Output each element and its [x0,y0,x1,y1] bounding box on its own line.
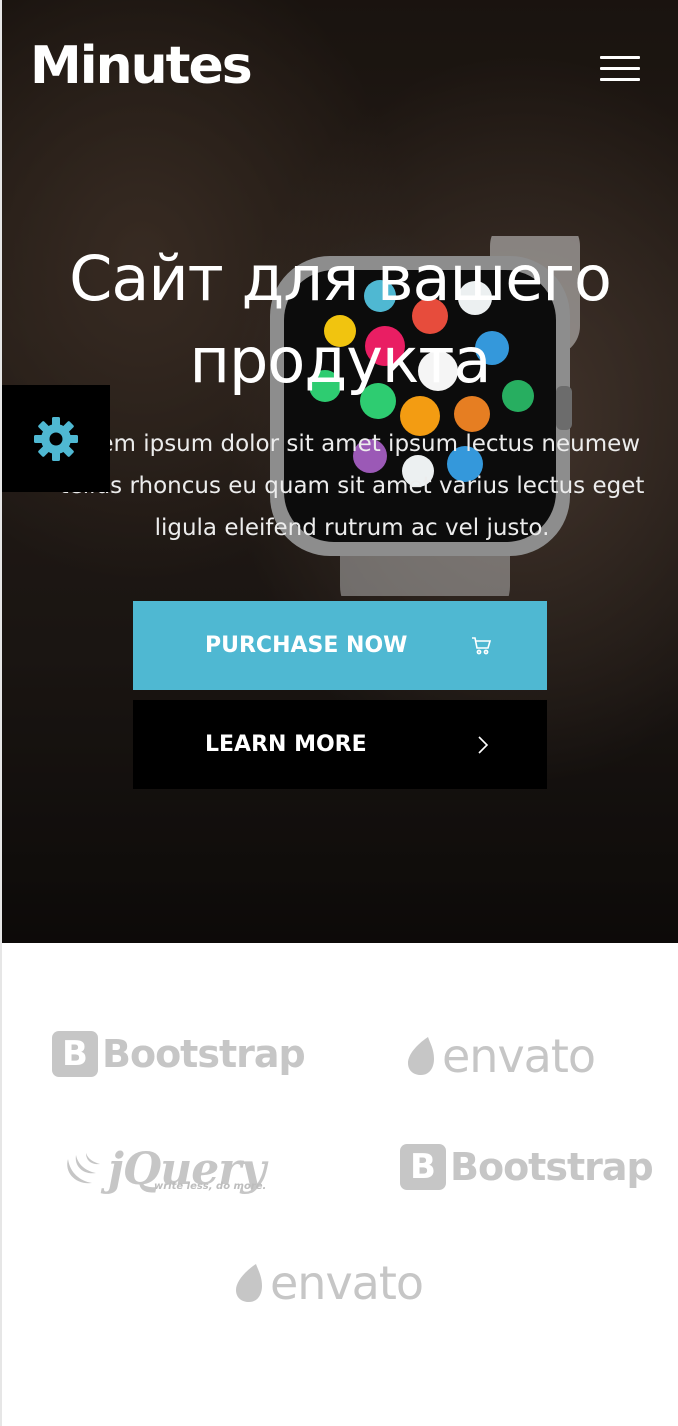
partner-logo-jquery[interactable]: jQuery write less, do more. [62,1139,282,1199]
chevron-right-icon [477,700,489,789]
purchase-now-button[interactable]: PURCHASE NOW [133,601,547,690]
partner-logo-envato-2[interactable]: envato [232,1256,424,1310]
learn-more-label: LEARN MORE [205,732,367,757]
partner-name: Bootstrap [450,1145,654,1189]
menu-button[interactable] [600,54,642,84]
jquery-swirl-icon [67,1153,100,1184]
partner-logo-bootstrap[interactable]: B Bootstrap [52,1031,306,1077]
partners-section: B Bootstrap envato jQuery write less, do… [0,943,678,1426]
partner-name: envato [442,1029,596,1083]
hamburger-menu-icon-bar [600,67,640,70]
bootstrap-logo-mark: B [52,1031,98,1077]
partner-logo-envato[interactable]: envato [404,1029,596,1083]
gear-icon [34,416,78,461]
hamburger-menu-icon [600,56,640,59]
jquery-tagline: write less, do more. [154,1181,267,1192]
partner-logo-bootstrap-2[interactable]: B Bootstrap [400,1144,654,1190]
cart-icon [471,601,493,690]
envato-leaf-icon [408,1037,434,1075]
hero-description: Lorem ipsum dolor sit amet ipsum lectus … [59,431,645,541]
learn-more-button[interactable]: LEARN MORE [133,700,547,789]
partner-name: envato [270,1256,424,1310]
purchase-now-label: PURCHASE NOW [205,633,408,658]
partner-name: Bootstrap [102,1032,306,1076]
brand-logo[interactable]: Minutes [30,34,253,98]
hero-title: Сайт для вашего продукта [69,242,612,397]
settings-toggle-button[interactable] [2,385,110,492]
envato-leaf-icon [236,1264,262,1302]
bootstrap-logo-mark: B [400,1144,446,1190]
hamburger-menu-icon-bar [600,78,640,81]
